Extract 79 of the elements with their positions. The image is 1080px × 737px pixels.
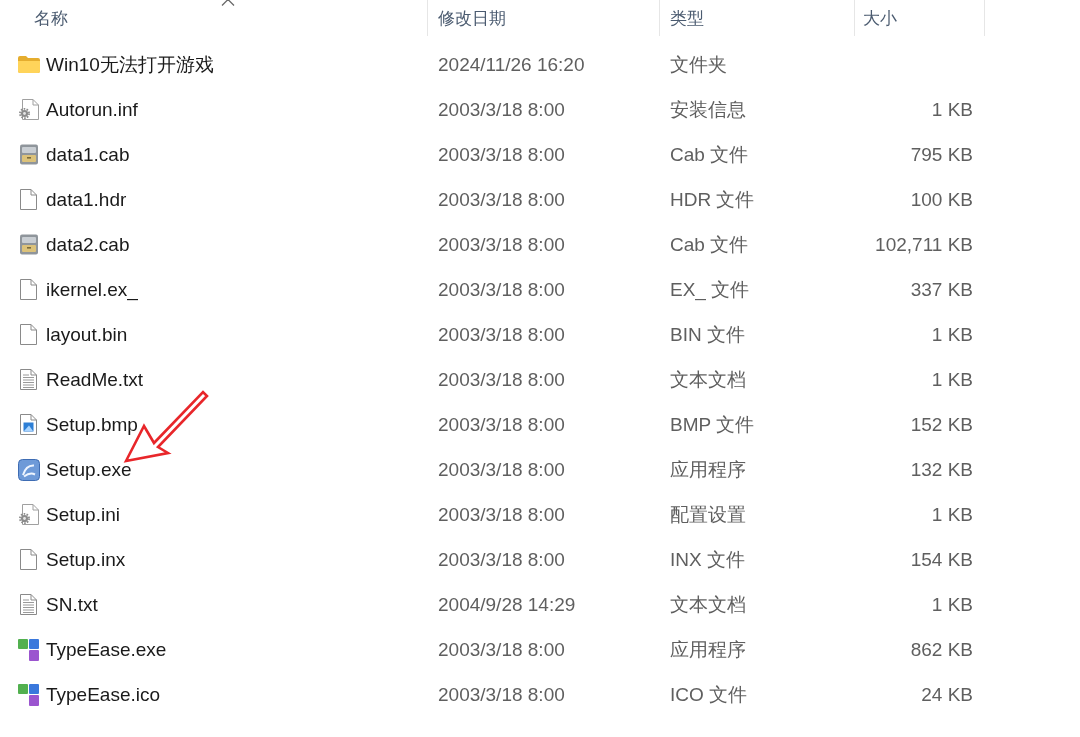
- file-type: 应用程序: [670, 637, 746, 662]
- modified-date: 2003/3/18 8:00: [438, 188, 565, 211]
- file-name[interactable]: layout.bin: [46, 323, 128, 346]
- tiles-icon: [17, 638, 40, 661]
- tiles-icon: [17, 683, 40, 706]
- file-type: HDR 文件: [670, 187, 755, 212]
- modified-date: 2003/3/18 8:00: [438, 413, 565, 436]
- modified-date: 2024/11/26 16:20: [438, 53, 585, 76]
- file-name[interactable]: Setup.exe: [46, 458, 132, 481]
- text-document-icon: [20, 594, 37, 615]
- file-size: 862 KB: [910, 638, 973, 661]
- modified-date: 2003/3/18 8:00: [438, 458, 565, 481]
- modified-date: 2003/3/18 8:00: [438, 233, 565, 256]
- file-name[interactable]: Setup.ini: [46, 503, 120, 526]
- gear-document-icon: [18, 99, 39, 120]
- modified-date: 2003/3/18 8:00: [438, 548, 565, 571]
- file-type: 应用程序: [670, 457, 746, 482]
- file-size: 1 KB: [931, 368, 973, 391]
- file-type: ICO 文件: [670, 682, 748, 707]
- file-size: 1 KB: [931, 593, 973, 616]
- text-document-icon: [20, 369, 37, 390]
- file-type: 文件夹: [670, 52, 727, 77]
- document-icon: [20, 324, 37, 345]
- file-size: 154 KB: [910, 548, 973, 571]
- file-size: 152 KB: [910, 413, 973, 436]
- file-name[interactable]: Autorun.inf: [46, 98, 138, 121]
- modified-date: 2004/9/28 14:29: [438, 593, 576, 616]
- file-name[interactable]: SN.txt: [46, 593, 98, 616]
- file-type: 文本文档: [670, 367, 746, 392]
- file-size: 337 KB: [910, 278, 973, 301]
- file-size: 1 KB: [931, 503, 973, 526]
- file-type: BIN 文件: [670, 322, 745, 347]
- modified-date: 2003/3/18 8:00: [438, 323, 565, 346]
- column-header[interactable]: 修改日期: [428, 0, 660, 36]
- file-size: 24 KB: [921, 683, 973, 706]
- modified-date: 2003/3/18 8:00: [438, 683, 565, 706]
- file-name[interactable]: ReadMe.txt: [46, 368, 144, 391]
- modified-date: 2003/3/18 8:00: [438, 503, 565, 526]
- modified-date: 2003/3/18 8:00: [438, 143, 565, 166]
- image-document-icon: [20, 414, 37, 435]
- modified-date: 2003/3/18 8:00: [438, 278, 565, 301]
- file-type: INX 文件: [670, 547, 745, 572]
- file-size: 1 KB: [931, 98, 973, 121]
- file-name[interactable]: Setup.inx: [46, 548, 126, 571]
- cabinet-icon: [18, 144, 39, 165]
- file-size: 1 KB: [931, 323, 973, 346]
- installer-icon: [17, 458, 40, 481]
- file-size: 100 KB: [910, 188, 973, 211]
- file-name[interactable]: TypeEase.ico: [46, 683, 161, 706]
- document-icon: [20, 279, 37, 300]
- file-type: EX_ 文件: [670, 277, 750, 303]
- modified-date: 2003/3/18 8:00: [438, 638, 565, 661]
- gear-document-icon: [18, 504, 39, 525]
- modified-date: 2003/3/18 8:00: [438, 98, 565, 121]
- file-type: 配置设置: [670, 502, 746, 527]
- file-name[interactable]: data1.hdr: [46, 188, 127, 211]
- file-type: Cab 文件: [670, 232, 749, 257]
- file-size: 102,711 KB: [875, 233, 973, 256]
- folder-icon: [17, 56, 40, 73]
- sort-caret-icon: [221, 0, 235, 6]
- file-name[interactable]: Setup.bmp: [46, 413, 138, 436]
- file-size: 132 KB: [910, 458, 973, 481]
- column-header[interactable]: 大小: [855, 0, 985, 36]
- file-name[interactable]: data2.cab: [46, 233, 130, 256]
- column-header[interactable]: 类型: [660, 0, 855, 36]
- file-type: 安装信息: [670, 97, 746, 122]
- file-type: BMP 文件: [670, 412, 755, 437]
- file-size: 795 KB: [910, 143, 973, 166]
- file-name[interactable]: TypeEase.exe: [46, 638, 167, 661]
- column-header[interactable]: 名称: [0, 0, 428, 36]
- modified-date: 2003/3/18 8:00: [438, 368, 565, 391]
- document-icon: [20, 189, 37, 210]
- file-name[interactable]: data1.cab: [46, 143, 130, 166]
- file-name[interactable]: ikernel.ex_: [46, 278, 138, 301]
- document-icon: [20, 549, 37, 570]
- file-type: 文本文档: [670, 592, 746, 617]
- cabinet-icon: [18, 234, 39, 255]
- file-type: Cab 文件: [670, 142, 749, 167]
- file-name[interactable]: Win10无法打开游戏: [46, 51, 214, 78]
